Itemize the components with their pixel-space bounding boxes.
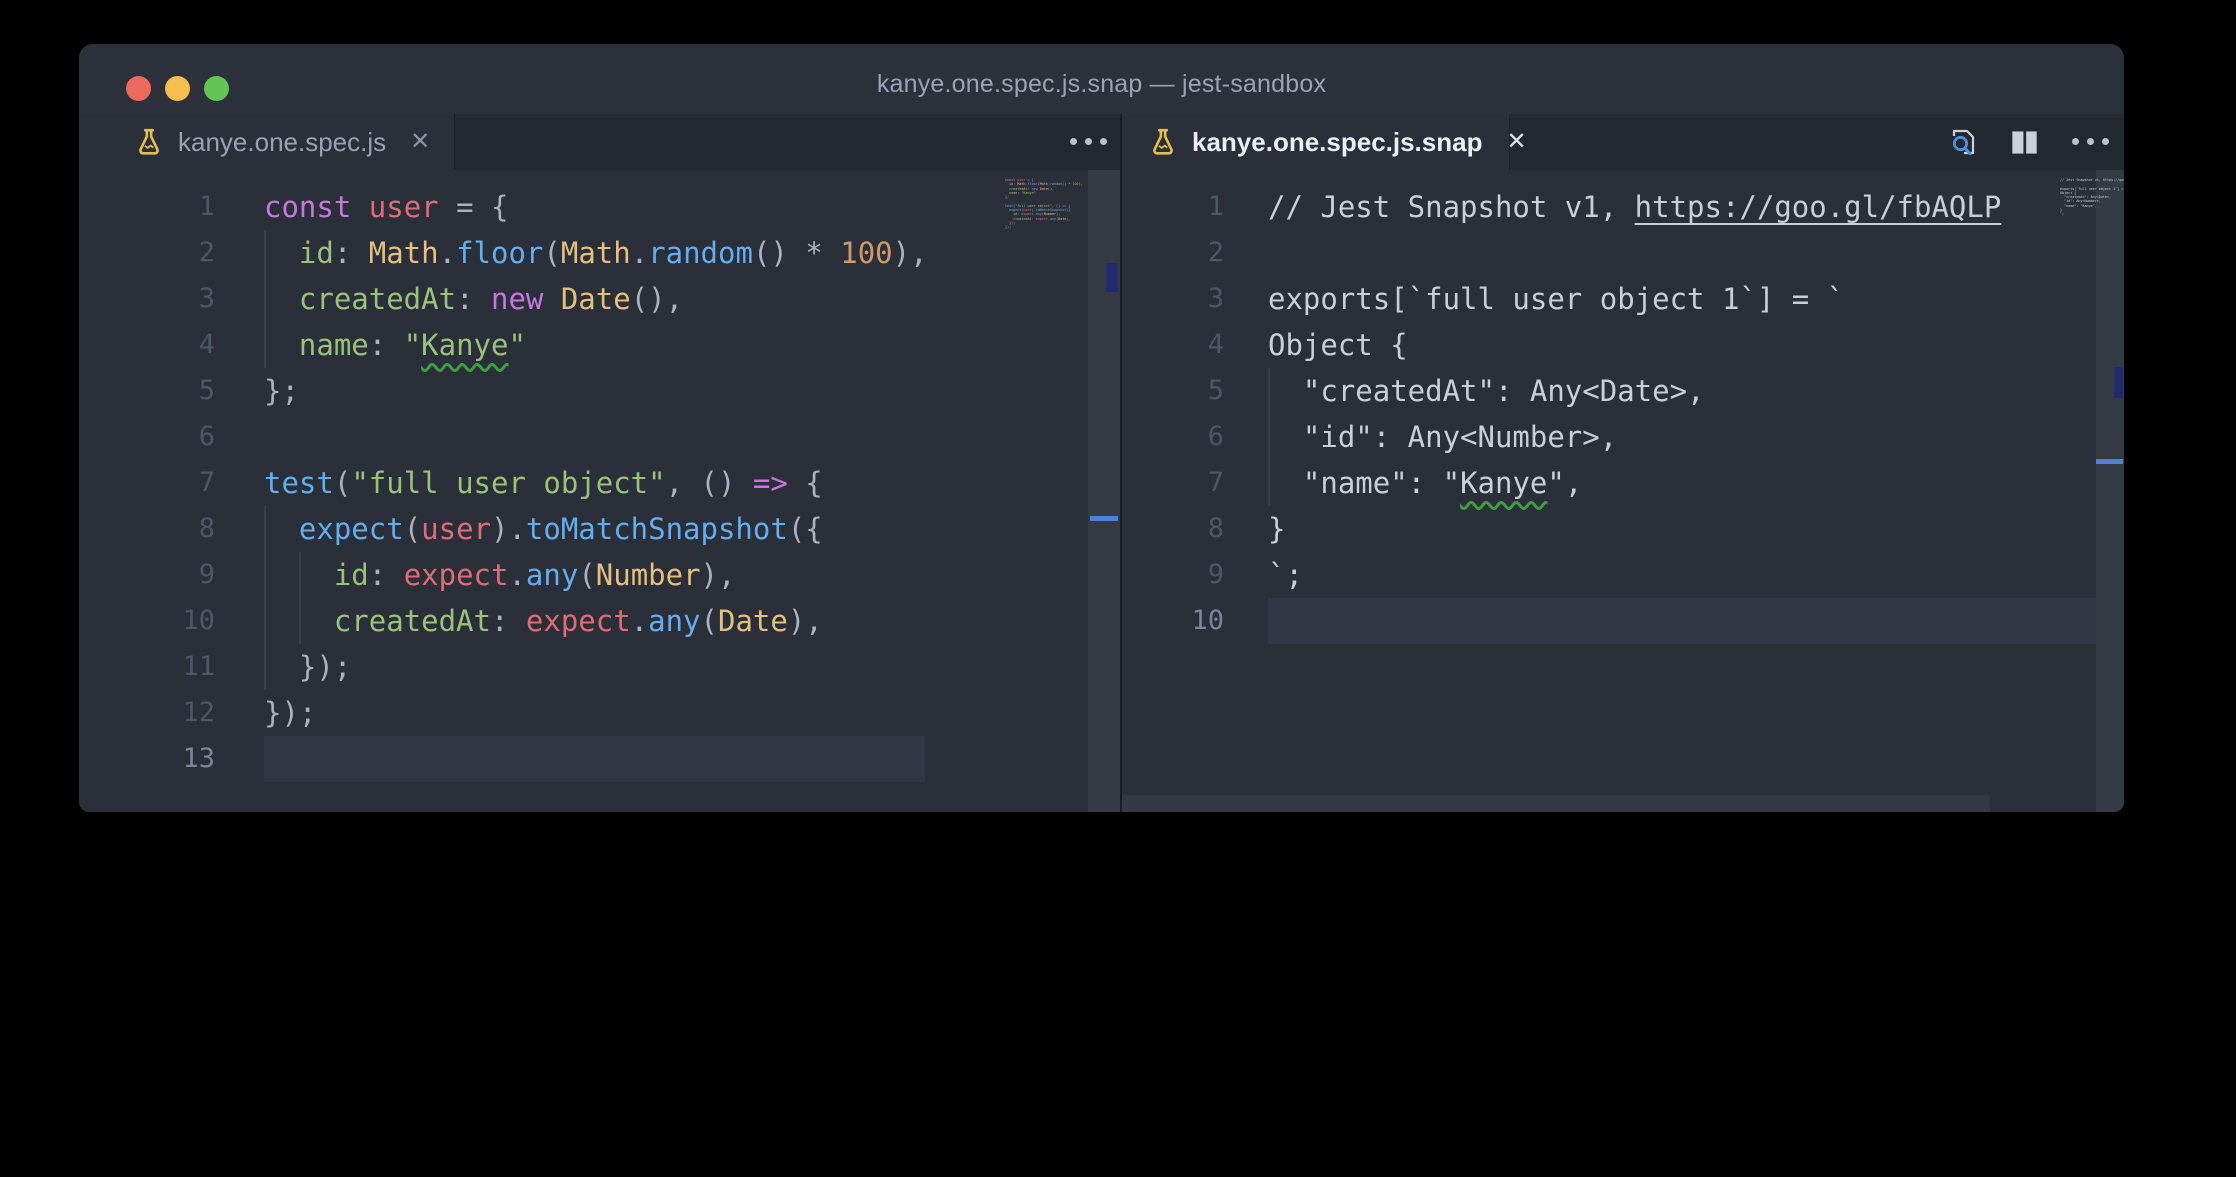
beaker-test-icon: [136, 128, 162, 156]
minimize-window-button[interactable]: [165, 76, 190, 101]
tab-label: kanye.one.spec.js.snap: [1192, 127, 1482, 158]
line-number: 1: [79, 184, 215, 230]
line-number: 7: [1122, 460, 1224, 506]
code-line-9[interactable]: 9 id: expect.any(Number),: [79, 552, 1120, 598]
code-line-12[interactable]: 12});: [79, 690, 1120, 736]
scrollbar-track[interactable]: [2096, 170, 2124, 812]
minimap[interactable]: const user = { id: Math.floor(Math.rando…: [1005, 178, 1083, 234]
overview-ruler-marker: [2114, 367, 2123, 398]
code-line-1[interactable]: 1const user = {: [79, 184, 1120, 230]
editor-window: kanye.one.spec.js.snap — jest-sandbox: [79, 44, 2124, 812]
line-number: 5: [79, 368, 215, 414]
editor-group-right: kanye.one.spec.js.snap ✕: [1122, 114, 2124, 812]
overview-ruler-marker: [1106, 263, 1118, 292]
tab-bar-right: kanye.one.spec.js.snap ✕: [1122, 114, 2124, 170]
code-line-10[interactable]: 10 createdAt: expect.any(Date),: [79, 598, 1120, 644]
code-line-3[interactable]: 3exports[`full user object 1`] = `: [1122, 276, 2124, 322]
code-editor-left[interactable]: 1const user = {2 id: Math.floor(Math.ran…: [79, 170, 1120, 812]
editor-group-left: kanye.one.spec.js ✕ 1const user = {2 id:…: [79, 114, 1120, 812]
code-line-4[interactable]: 4 name: "Kanye": [79, 322, 1120, 368]
code-line-5[interactable]: 5};: [79, 368, 1120, 414]
split-editor-icon[interactable]: [2009, 127, 2040, 163]
code-line-7[interactable]: 7 "name": "Kanye",: [1122, 460, 2124, 506]
line-number: 3: [1122, 276, 1224, 322]
line-number: 10: [1122, 598, 1224, 644]
tab-kanye-one-spec-js[interactable]: kanye.one.spec.js ✕: [79, 114, 455, 170]
code-line-2[interactable]: 2: [1122, 230, 2124, 276]
code-line-6[interactable]: 6: [79, 414, 1120, 460]
tab-kanye-one-spec-js-snap[interactable]: kanye.one.spec.js.snap ✕: [1122, 114, 1510, 170]
line-number: 2: [1122, 230, 1224, 276]
code-line-6[interactable]: 6 "id": Any<Number>,: [1122, 414, 2124, 460]
code-line-5[interactable]: 5 "createdAt": Any<Date>,: [1122, 368, 2124, 414]
code-line-3[interactable]: 3 createdAt: new Date(),: [79, 276, 1120, 322]
search-in-file-icon[interactable]: [1948, 126, 1981, 164]
line-number: 9: [79, 552, 215, 598]
traffic-lights: [126, 76, 229, 101]
line-number: 7: [79, 460, 215, 506]
horizontal-scrollbar[interactable]: [1122, 795, 1990, 812]
code-line-7[interactable]: 7test("full user object", () => {: [79, 460, 1120, 506]
line-number: 11: [79, 644, 215, 690]
line-number: 5: [1122, 368, 1224, 414]
window-title: kanye.one.spec.js.snap — jest-sandbox: [79, 44, 2124, 114]
line-number: 6: [1122, 414, 1224, 460]
close-window-button[interactable]: [126, 76, 151, 101]
code-line-1[interactable]: 1// Jest Snapshot v1, https://goo.gl/fbA…: [1122, 184, 2124, 230]
line-number: 6: [79, 414, 215, 460]
code-line-2[interactable]: 2 id: Math.floor(Math.random() * 100),: [79, 230, 1120, 276]
code-line-8[interactable]: 8}: [1122, 506, 2124, 552]
title-bar[interactable]: kanye.one.spec.js.snap — jest-sandbox: [79, 44, 2124, 115]
line-number: 8: [79, 506, 215, 552]
editor-split-container: kanye.one.spec.js ✕ 1const user = {2 id:…: [79, 114, 2124, 812]
line-number: 9: [1122, 552, 1224, 598]
line-number: 2: [79, 230, 215, 276]
code-line-9[interactable]: 9`;: [1122, 552, 2124, 598]
code-line-13[interactable]: 13: [79, 736, 1120, 782]
code-lines: 1// Jest Snapshot v1, https://goo.gl/fbA…: [1122, 184, 2124, 644]
close-tab-icon[interactable]: ✕: [410, 130, 430, 154]
code-editor-right[interactable]: 1// Jest Snapshot v1, https://goo.gl/fbA…: [1122, 170, 2124, 812]
line-number: 13: [79, 736, 215, 782]
code-line-8[interactable]: 8 expect(user).toMatchSnapshot({: [79, 506, 1120, 552]
line-number: 4: [79, 322, 215, 368]
editor-actions: [1948, 126, 2040, 164]
code-lines: 1const user = {2 id: Math.floor(Math.ran…: [79, 184, 1120, 782]
overview-cursor-marker: [1090, 516, 1118, 521]
code-line-11[interactable]: 11 });: [79, 644, 1120, 690]
line-number: 10: [79, 598, 215, 644]
line-number: 8: [1122, 506, 1224, 552]
line-number: 1: [1122, 184, 1224, 230]
screenshot-canvas: kanye.one.spec.js.snap — jest-sandbox: [0, 0, 2236, 1177]
tab-bar-left: kanye.one.spec.js ✕: [79, 114, 1120, 170]
tab-label: kanye.one.spec.js: [178, 127, 386, 158]
code-line-4[interactable]: 4Object {: [1122, 322, 2124, 368]
line-number: 4: [1122, 322, 1224, 368]
beaker-test-icon: [1150, 128, 1176, 156]
more-actions-icon[interactable]: [2072, 138, 2109, 145]
code-line-10[interactable]: 10: [1122, 598, 2124, 644]
close-tab-icon[interactable]: ✕: [1506, 130, 1526, 154]
line-number: 3: [79, 276, 215, 322]
more-actions-icon[interactable]: [1070, 138, 1107, 145]
overview-cursor-marker: [2096, 459, 2123, 464]
line-number: 12: [79, 690, 215, 736]
zoom-window-button[interactable]: [204, 76, 229, 101]
